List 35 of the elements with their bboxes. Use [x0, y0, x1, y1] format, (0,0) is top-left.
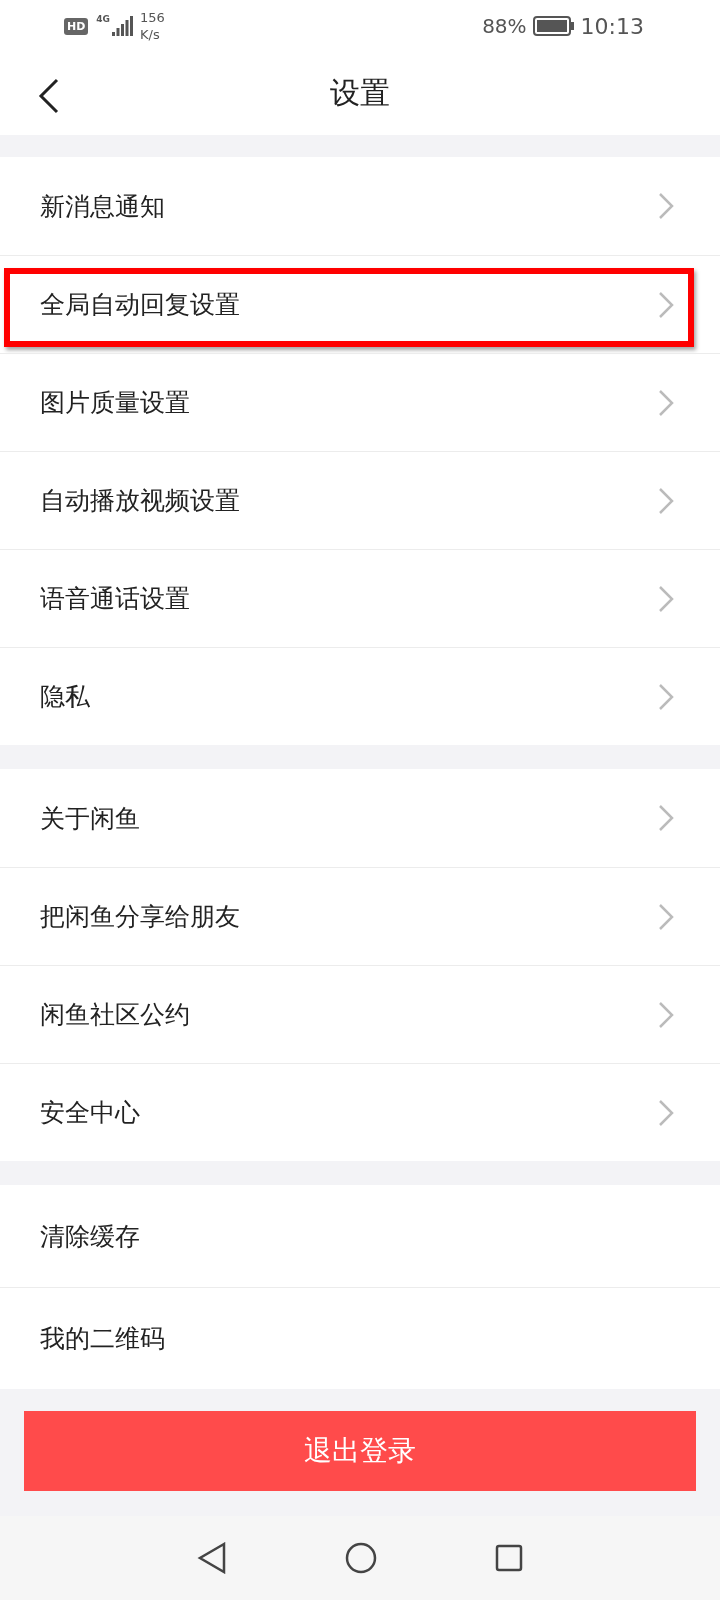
settings-item[interactable]: 安全中心: [0, 1063, 720, 1161]
chevron-icon: [658, 682, 674, 711]
chevron-icon: [658, 486, 674, 515]
settings-item[interactable]: 清除缓存: [0, 1185, 720, 1287]
speed-value: 156: [140, 9, 165, 26]
chevron-icon: [658, 192, 674, 220]
chevron-icon: [658, 290, 674, 319]
chevron-icon: [658, 1000, 674, 1029]
settings-item[interactable]: 图片质量设置: [0, 353, 720, 451]
settings-item[interactable]: 语音通话设置: [0, 549, 720, 647]
chevron-icon: [658, 804, 674, 832]
clock: 10:13: [580, 13, 644, 39]
chevron-icon: [658, 902, 674, 931]
settings-item[interactable]: 关于闲鱼: [0, 769, 720, 867]
settings-item[interactable]: 我的二维码: [0, 1287, 720, 1389]
settings-item[interactable]: 新消息通知: [0, 157, 720, 255]
signal-icon: [112, 16, 134, 36]
chevron-icon: [658, 1098, 674, 1127]
recents-nav-icon[interactable]: [495, 1544, 523, 1572]
page-title: 设置: [330, 74, 390, 112]
settings-item[interactable]: 自动播放视频设置: [0, 451, 720, 549]
speed-unit: K/s: [140, 26, 161, 43]
battery-icon: [532, 16, 575, 36]
home-nav-icon[interactable]: [345, 1542, 377, 1574]
hd-indicator: HD: [64, 17, 89, 35]
back-nav-icon[interactable]: [197, 1542, 227, 1574]
settings-item[interactable]: 闲鱼社区公约: [0, 965, 720, 1063]
back-icon[interactable]: [38, 78, 60, 114]
chevron-icon: [658, 584, 674, 613]
battery-percent: 88%: [482, 14, 527, 38]
chevron-icon: [658, 388, 674, 417]
network-type: 4G: [96, 14, 110, 24]
settings-item[interactable]: 全局自动回复设置: [0, 255, 720, 353]
settings-item[interactable]: 把闲鱼分享给朋友: [0, 867, 720, 965]
settings-item[interactable]: 隐私: [0, 647, 720, 745]
